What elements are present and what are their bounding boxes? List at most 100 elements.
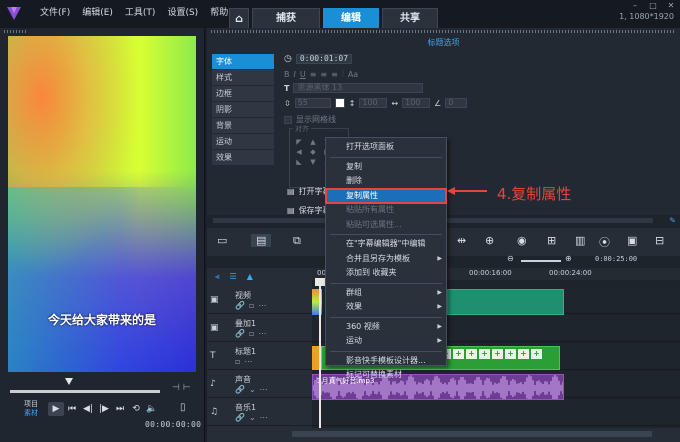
line-spacing-field[interactable]: 100: [359, 98, 388, 108]
track-header-video[interactable]: ▣ 视频 🔗▫⋯: [207, 288, 312, 314]
align-l-icon[interactable]: ◀: [293, 148, 305, 156]
minimize-icon[interactable]: –: [626, 0, 644, 11]
playhead[interactable]: [319, 280, 321, 442]
duration-field[interactable]: 0:00:01:07: [295, 54, 353, 64]
device-icon[interactable]: ▯: [180, 402, 186, 413]
context-menu-item[interactable]: 效果 ▶: [326, 300, 446, 315]
menu-file[interactable]: 文件(F): [34, 6, 76, 20]
menu-tools[interactable]: 工具(T): [119, 6, 162, 20]
side-tab-style[interactable]: 样式: [212, 70, 274, 85]
track-lane-music[interactable]: [312, 400, 680, 426]
align-right-icon[interactable]: ≡: [331, 70, 338, 79]
context-menu-item[interactable]: 打开选项面板: [326, 140, 446, 155]
track-controls-icon[interactable]: ▫⋯: [235, 357, 256, 366]
video-clip[interactable]: [447, 289, 564, 315]
side-tab-border[interactable]: 边框: [212, 86, 274, 101]
bold-icon[interactable]: B: [284, 70, 290, 79]
font-select[interactable]: 思源黑体 13: [293, 83, 424, 93]
context-menu-item[interactable]: 群组 ▶: [326, 286, 446, 301]
tab-share[interactable]: 共享: [382, 8, 438, 28]
side-tab-font[interactable]: 字体: [212, 54, 274, 69]
storyboard-view-icon[interactable]: ▭: [217, 234, 227, 247]
pan-zoom-icon[interactable]: ⊕: [485, 234, 494, 247]
prev-frame-icon[interactable]: ◀|: [80, 402, 96, 416]
split-icon[interactable]: ⇹: [457, 234, 466, 247]
align-tl-icon[interactable]: ◤: [293, 138, 305, 146]
next-frame-icon[interactable]: |▶: [96, 402, 112, 416]
track-controls-icon[interactable]: 🔗⌄⋯: [235, 385, 272, 394]
track-header-overlay[interactable]: ▣ 叠加1 🔗▫⋯: [207, 316, 312, 342]
multicam-icon[interactable]: ⊞: [547, 234, 556, 247]
context-menu-item[interactable]: 运动 ▶: [326, 334, 446, 349]
subtitle-editor-icon[interactable]: ▣: [627, 234, 637, 247]
zoom-time-field[interactable]: 0:00:25:00: [595, 255, 637, 263]
ripple-icon[interactable]: ▲: [247, 272, 253, 282]
font-size-field[interactable]: 55: [294, 98, 331, 108]
italic-icon[interactable]: I: [294, 70, 296, 79]
show-grid-checkbox[interactable]: [284, 115, 292, 124]
play-mode-selector[interactable]: 项目 素材: [24, 400, 38, 418]
tab-edit[interactable]: 编辑: [323, 8, 379, 28]
side-tab-shadow[interactable]: 阴影: [212, 102, 274, 117]
align-bl-icon[interactable]: ◣: [293, 158, 305, 166]
align-c-icon[interactable]: ◆: [307, 148, 319, 156]
context-menu-item[interactable]: 影音快手模板设计器...: [326, 354, 446, 369]
expand-panel-icon[interactable]: ✎: [669, 216, 676, 225]
tracking-field[interactable]: 100: [402, 98, 431, 108]
zoom-slider[interactable]: [521, 260, 561, 262]
preview-video[interactable]: 今天给大家带来的是: [8, 36, 196, 372]
maximize-icon[interactable]: □: [644, 0, 662, 11]
timeline-view-icon[interactable]: ▤: [251, 234, 272, 247]
repeat-icon[interactable]: ⟲: [128, 402, 144, 416]
font-color-swatch[interactable]: [334, 98, 345, 108]
close-icon[interactable]: ✕: [662, 0, 680, 11]
underline-icon[interactable]: U: [300, 70, 306, 79]
go-start-icon[interactable]: ⏮: [64, 402, 80, 416]
menu-edit[interactable]: 编辑(E): [76, 6, 119, 20]
align-center-icon[interactable]: ≡: [320, 70, 327, 79]
letter-case-icon[interactable]: Aa: [348, 70, 358, 79]
add-track-icon[interactable]: ⫷: [215, 272, 220, 282]
preview-timecode[interactable]: 00:00:00:00: [145, 420, 201, 429]
tab-capture[interactable]: 捕获: [252, 8, 320, 28]
side-tab-effects[interactable]: 效果: [212, 150, 274, 165]
track-list-icon[interactable]: ☰: [230, 272, 237, 282]
align-t-icon[interactable]: ▲: [307, 138, 319, 146]
zoom-out-icon[interactable]: ⊖: [507, 254, 514, 263]
timeline-scrollbar[interactable]: [292, 431, 652, 437]
track-controls-icon[interactable]: 🔗▫⋯: [235, 301, 270, 310]
context-menu-item[interactable]: 复制属性: [325, 187, 447, 204]
track-controls-icon[interactable]: 🔗⌄⋯: [235, 413, 272, 422]
tab-home[interactable]: ⌂: [229, 8, 249, 28]
track-header-voice[interactable]: ♪ 声音 🔗⌄⋯: [207, 372, 312, 398]
mode-clip-label[interactable]: 素材: [24, 409, 38, 418]
context-menu-item[interactable]: 360 视频 ▶: [326, 320, 446, 335]
angle-field[interactable]: 0: [445, 98, 468, 108]
sound-mixer-icon[interactable]: ▥: [575, 234, 585, 247]
motion-track-icon[interactable]: ⦿: [599, 234, 610, 250]
go-end-icon[interactable]: ⏭: [112, 402, 128, 416]
track-header-music[interactable]: ♫ 音乐1 🔗⌄⋯: [207, 400, 312, 426]
scrubber-handle[interactable]: [65, 378, 73, 385]
context-menu-item[interactable]: 合并且另存为模板 ▶: [326, 252, 446, 267]
play-icon[interactable]: ▶: [48, 402, 64, 416]
zoom-in-icon[interactable]: ⊕: [565, 254, 572, 263]
menu-settings[interactable]: 设置(S): [161, 6, 204, 20]
fit-timeline-icon[interactable]: ⊟: [655, 234, 664, 247]
context-menu-item[interactable]: 标记可替换素材: [326, 368, 446, 383]
volume-icon[interactable]: 🔈: [144, 402, 160, 416]
preview-scrubber[interactable]: [10, 390, 160, 393]
context-menu-item[interactable]: 删除: [326, 174, 446, 189]
track-manager-icon[interactable]: ⧉: [293, 234, 301, 248]
context-menu-item[interactable]: 在"字幕编辑器"中编辑: [326, 237, 446, 252]
mask-icon[interactable]: ◉: [517, 234, 527, 247]
side-tab-background[interactable]: 背景: [212, 118, 274, 133]
side-tab-motion[interactable]: 运动: [212, 134, 274, 149]
vertical-text-icon[interactable]: ⫶: [342, 69, 344, 79]
track-controls-icon[interactable]: 🔗▫⋯: [235, 329, 270, 338]
context-menu-item[interactable]: 复制: [326, 160, 446, 175]
mode-project-label[interactable]: 项目: [24, 400, 38, 409]
context-menu-item[interactable]: 添加到 收藏夹: [326, 266, 446, 281]
trim-markers-icon[interactable]: ⊣ ⊢: [172, 383, 191, 393]
align-b-icon[interactable]: ▼: [307, 158, 319, 166]
